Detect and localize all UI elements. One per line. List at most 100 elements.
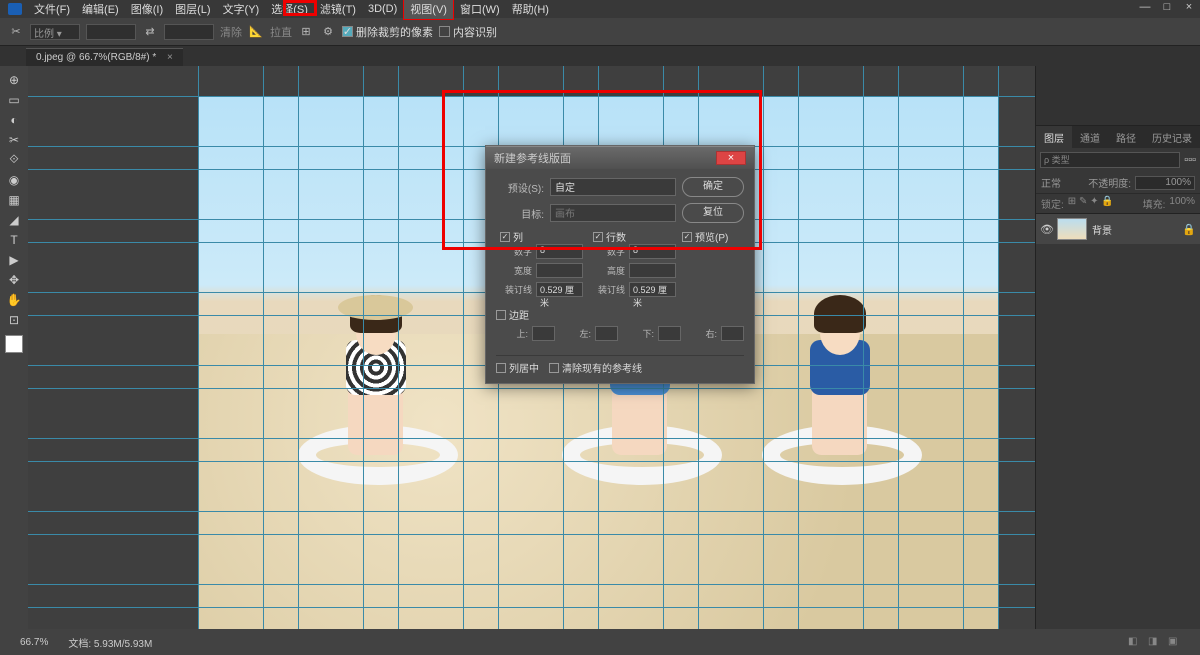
ratio-preset[interactable]: 比例 ▾ (30, 24, 80, 40)
margin-top[interactable] (532, 326, 555, 341)
brush-tool[interactable]: ▦ (4, 191, 24, 208)
menu-help[interactable]: 帮助(H) (506, 0, 555, 19)
rows-number[interactable]: 8 (629, 244, 676, 259)
gear-icon[interactable]: ⚙ (320, 24, 336, 40)
clear-guides-checkbox[interactable]: 清除现有的参考线 (549, 360, 642, 375)
sb-icon[interactable]: ◨ (1148, 636, 1160, 648)
overlay-icon[interactable]: ⊞ (298, 24, 314, 40)
margin-bottom[interactable] (658, 326, 681, 341)
maximize-button[interactable]: □ (1160, 1, 1174, 13)
menu-layer[interactable]: 图层(L) (169, 0, 216, 19)
cols-number[interactable]: 8 (536, 244, 583, 259)
target-select[interactable]: 画布 (550, 204, 676, 222)
content-aware-checkbox[interactable]: 内容识别 (439, 24, 497, 40)
panels-area: 图层 通道 路径 历史记录 ρ 类型 ▫▫▫ 正常 不透明度: 100% 锁定:… (1035, 66, 1200, 629)
type-tool[interactable]: T (4, 231, 24, 248)
reset-button[interactable]: 复位 (682, 203, 744, 223)
layer-filter[interactable]: ρ 类型 (1040, 152, 1180, 168)
move-tool[interactable]: ⊕ (4, 71, 24, 88)
app-logo (8, 3, 22, 15)
panel-tabs: 图层 通道 路径 历史记录 (1036, 126, 1200, 148)
status-bar: 66.7% 文档: 5.93M/5.93M ◧ ◨ ▣ (0, 629, 1200, 655)
rows-checkbox[interactable]: 行数 (593, 229, 676, 244)
eyedropper-tool[interactable]: ⟐ (4, 151, 24, 168)
tab-close[interactable]: × (167, 52, 173, 63)
delete-cropped-checkbox[interactable]: ✓删除裁剪的像素 (342, 24, 433, 40)
blend-mode[interactable]: 正常 (1041, 175, 1061, 190)
crop-tool[interactable]: ✂ (4, 131, 24, 148)
opacity-value[interactable]: 100% (1135, 176, 1195, 190)
crop-tool-icon: ✂ (8, 24, 24, 40)
menu-view[interactable]: 视图(V) (403, 0, 454, 20)
marquee-tool[interactable]: ▭ (4, 91, 24, 108)
dialog-title: 新建参考线版面 (494, 150, 571, 166)
fill-label: 填充: (1143, 196, 1166, 211)
lasso-tool[interactable]: ◐ (4, 111, 24, 128)
margin-checkbox[interactable]: 边距 (496, 307, 744, 322)
cols-width[interactable] (536, 263, 583, 278)
columns-checkbox[interactable]: 列 (500, 229, 583, 244)
opacity-label: 不透明度: (1088, 175, 1131, 190)
ok-button[interactable]: 确定 (682, 177, 744, 197)
zoom-tool[interactable]: ⊡ (4, 311, 24, 328)
options-bar: ✂ 比例 ▾ ⇄ 清除 📐 拉直 ⊞ ⚙ ✓删除裁剪的像素 内容识别 (0, 18, 1200, 46)
dialog-close[interactable]: × (716, 151, 746, 165)
color-swatch[interactable] (5, 335, 23, 353)
menu-window[interactable]: 窗口(W) (454, 0, 506, 19)
layer-thumbnail[interactable] (1057, 218, 1087, 240)
sb-icon[interactable]: ▣ (1168, 636, 1180, 648)
preset-select[interactable]: 自定 (550, 178, 676, 196)
tab-paths[interactable]: 路径 (1108, 126, 1144, 149)
target-label: 目标: (496, 206, 544, 221)
straighten-icon[interactable]: 📐 (248, 24, 264, 40)
path-tool[interactable]: ▶ (4, 251, 24, 268)
cols-gutter[interactable]: 0.529 厘米 (536, 282, 583, 297)
straighten-label: 拉直 (270, 24, 292, 40)
tab-history[interactable]: 历史记录 (1144, 126, 1200, 149)
layer-row[interactable]: 👁 背景 🔒 (1036, 214, 1200, 244)
margin-left[interactable] (595, 326, 618, 341)
hand-tool[interactable]: ✋ (4, 291, 24, 308)
lock-label: 锁定: (1041, 196, 1064, 211)
ratio-x[interactable] (86, 24, 136, 40)
shape-tool[interactable]: ✥ (4, 271, 24, 288)
menu-bar: 文件(F) 编辑(E) 图像(I) 图层(L) 文字(Y) 选择(S) 滤镜(T… (0, 0, 1200, 18)
menu-type[interactable]: 文字(Y) (217, 0, 266, 19)
doc-info[interactable]: 文档: 5.93M/5.93M (68, 635, 152, 650)
close-button[interactable]: × (1182, 1, 1196, 13)
lock-icons[interactable]: ⊞ ✎ ✦ 🔒 (1068, 196, 1114, 211)
tab-layers[interactable]: 图层 (1036, 126, 1072, 149)
visibility-icon[interactable]: 👁 (1040, 223, 1052, 236)
menu-file[interactable]: 文件(F) (28, 0, 76, 19)
fill-value[interactable]: 100% (1169, 196, 1195, 211)
minimize-button[interactable]: — (1138, 1, 1152, 13)
tab-channels[interactable]: 通道 (1072, 126, 1108, 149)
rows-height[interactable] (629, 263, 676, 278)
clear-button[interactable]: 清除 (220, 24, 242, 40)
document-tabs: 0.jpeg @ 66.7%(RGB/8#) * × (0, 46, 1200, 66)
spot-tool[interactable]: ◉ (4, 171, 24, 188)
window-controls: — □ × (1138, 1, 1196, 13)
document-tab[interactable]: 0.jpeg @ 66.7%(RGB/8#) * × (26, 48, 183, 66)
rows-gutter[interactable]: 0.529 厘米 (629, 282, 676, 297)
layer-name[interactable]: 背景 (1092, 222, 1177, 237)
preview-checkbox[interactable]: 预览(P) (682, 229, 744, 244)
center-checkbox[interactable]: 列居中 (496, 360, 539, 375)
menu-select[interactable]: 选择(S) (265, 0, 314, 19)
preset-label: 预设(S): (496, 180, 544, 195)
dialog-title-bar[interactable]: 新建参考线版面 × (486, 146, 754, 169)
lock-icon: 🔒 (1182, 223, 1196, 236)
menu-edit[interactable]: 编辑(E) (76, 0, 125, 19)
ratio-y[interactable] (164, 24, 214, 40)
swap-icon[interactable]: ⇄ (142, 24, 158, 40)
sb-icon[interactable]: ◧ (1128, 636, 1140, 648)
gradient-tool[interactable]: ◢ (4, 211, 24, 228)
filter-icon[interactable]: ▫▫▫ (1184, 154, 1196, 166)
tab-title: 0.jpeg @ 66.7%(RGB/8#) * (36, 52, 156, 63)
menu-image[interactable]: 图像(I) (125, 0, 169, 19)
zoom-level[interactable]: 66.7% (20, 637, 48, 648)
margin-right[interactable] (721, 326, 744, 341)
menu-3d[interactable]: 3D(D) (362, 1, 403, 17)
menu-filter[interactable]: 滤镜(T) (314, 0, 362, 19)
new-guide-layout-dialog: 新建参考线版面 × 预设(S): 自定 确定 目标: 画布 复位 列 数字8 宽… (485, 145, 755, 384)
